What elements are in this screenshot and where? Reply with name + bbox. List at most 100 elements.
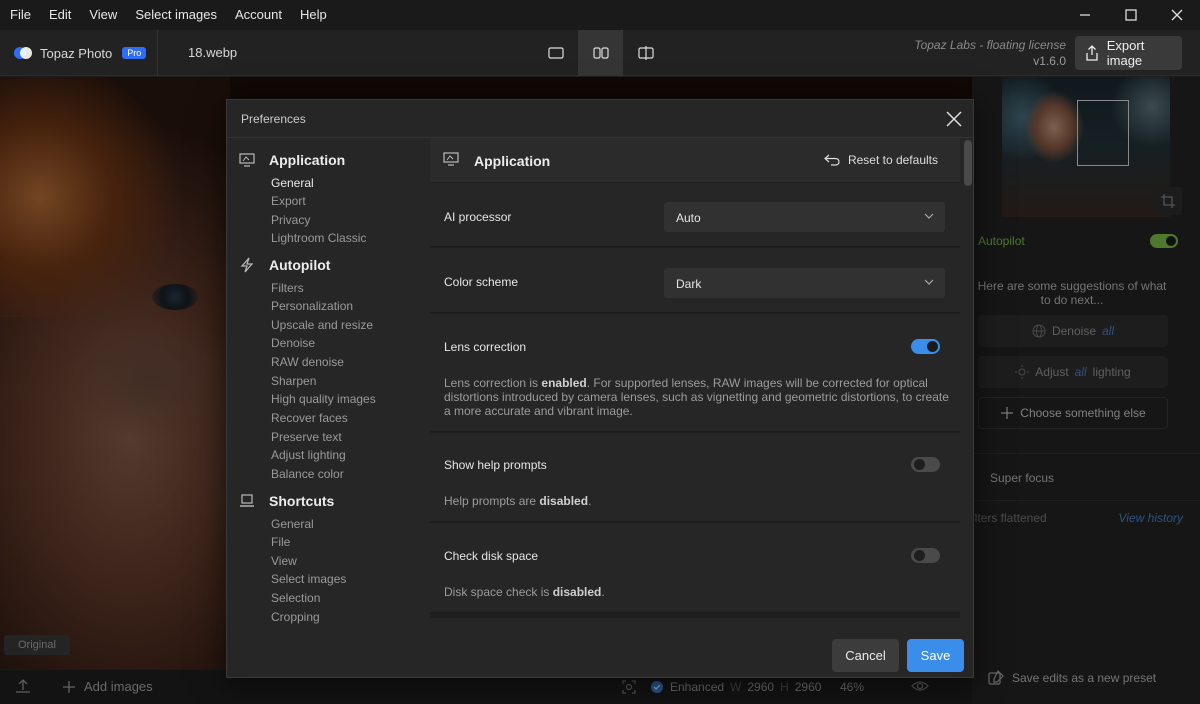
menu-edit[interactable]: Edit <box>40 0 80 30</box>
nav-section-label: Autopilot <box>269 257 331 273</box>
nav-item-raw-denoise[interactable]: RAW denoise <box>271 355 344 369</box>
split-view-icon <box>637 46 654 60</box>
nav-item-general[interactable]: General <box>271 176 314 190</box>
nav-item-lightroom-classic[interactable]: Lightroom Classic <box>271 231 366 245</box>
nav-section-application[interactable]: Application <box>239 152 345 168</box>
share-icon <box>1086 45 1098 61</box>
disk-space-toggle[interactable] <box>911 548 940 563</box>
nav-item-shortcuts-selection[interactable]: Selection <box>271 591 320 605</box>
split-view-button[interactable] <box>623 30 668 76</box>
menu-file[interactable]: File <box>0 0 40 30</box>
license-text: Topaz Labs - floating license <box>914 38 1066 52</box>
reset-defaults-button[interactable]: Reset to defaults <box>824 153 938 167</box>
cancel-button[interactable]: Cancel <box>832 639 899 672</box>
ai-processor-row: AI processor Auto <box>430 183 960 247</box>
lens-correction-label: Lens correction <box>444 340 527 354</box>
side-by-side-view-button[interactable] <box>578 30 623 76</box>
help-prompts-description: Help prompts are disabled. <box>444 494 592 508</box>
content-header: Application Reset to defaults <box>430 138 960 182</box>
ai-processor-value: Auto <box>676 211 701 225</box>
maximize-button[interactable] <box>1108 0 1154 30</box>
nav-section-autopilot[interactable]: Autopilot <box>239 257 330 273</box>
ai-processor-label: AI processor <box>444 210 512 224</box>
reset-defaults-label: Reset to defaults <box>847 153 938 167</box>
nav-item-recover-faces[interactable]: Recover faces <box>271 411 348 425</box>
nav-section-label: Shortcuts <box>269 493 335 509</box>
preferences-title: Preferences <box>241 112 306 126</box>
toolbar-divider <box>157 30 158 76</box>
minimize-button[interactable] <box>1062 0 1108 30</box>
preferences-content: Application Reset to defaults AI process… <box>430 138 960 618</box>
chevron-down-icon <box>924 213 934 219</box>
menu-view[interactable]: View <box>80 0 126 30</box>
disk-space-row: Check disk space Disk space check is dis… <box>430 523 960 613</box>
license-info: Topaz Labs - floating license v1.6.0 <box>914 37 1066 69</box>
single-view-icon <box>547 47 564 59</box>
save-button[interactable]: Save <box>907 639 964 672</box>
nav-item-shortcuts-cropping[interactable]: Cropping <box>271 610 320 624</box>
preferences-dialog: Preferences Application General Export P… <box>226 99 974 678</box>
app-logo: Topaz Photo Pro <box>14 30 147 76</box>
minimize-icon <box>1080 14 1090 16</box>
topaz-logo-icon <box>14 46 34 60</box>
color-scheme-label: Color scheme <box>444 275 519 289</box>
nav-item-upscale[interactable]: Upscale and resize <box>271 318 373 332</box>
single-view-button[interactable] <box>533 30 578 76</box>
ai-processor-select[interactable]: Auto <box>664 202 945 232</box>
menu-account[interactable]: Account <box>226 0 291 30</box>
nav-item-high-quality[interactable]: High quality images <box>271 392 376 406</box>
monitor-icon <box>443 152 459 166</box>
lightning-icon <box>240 257 254 273</box>
nav-section-shortcuts[interactable]: Shortcuts <box>239 493 334 509</box>
side-by-side-icon <box>592 47 609 59</box>
nav-item-filters[interactable]: Filters <box>271 281 304 295</box>
content-title: Application <box>474 153 551 169</box>
menu-bar: File Edit View Select images Account Hel… <box>0 0 1200 30</box>
monitor-icon <box>239 153 255 167</box>
undo-icon <box>824 154 840 166</box>
nav-item-adjust-lighting[interactable]: Adjust lighting <box>271 448 346 462</box>
color-scheme-row: Color scheme Dark <box>430 248 960 313</box>
preferences-nav: Application General Export Privacy Light… <box>227 138 430 678</box>
lens-correction-description: Lens correction is enabled. For supporte… <box>444 376 949 418</box>
maximize-icon <box>1125 9 1137 21</box>
scrollbar-thumb[interactable] <box>964 140 972 186</box>
nav-item-denoise[interactable]: Denoise <box>271 336 315 350</box>
preferences-header: Preferences <box>227 100 973 138</box>
help-prompts-row: Show help prompts Help prompts are disab… <box>430 433 960 522</box>
export-image-button[interactable]: Export image <box>1075 36 1182 70</box>
export-image-label: Export image <box>1106 38 1145 68</box>
help-prompts-label: Show help prompts <box>444 458 547 472</box>
close-icon <box>1171 9 1183 21</box>
disk-space-description: Disk space check is disabled. <box>444 585 605 599</box>
nav-item-privacy[interactable]: Privacy <box>271 213 310 227</box>
close-icon[interactable] <box>945 110 963 128</box>
version-text: v1.6.0 <box>1033 54 1066 68</box>
nav-item-shortcuts-view[interactable]: View <box>271 554 297 568</box>
toolbar: Topaz Photo Pro 18.webp Topaz Labs - flo… <box>0 30 1200 76</box>
menu-help[interactable]: Help <box>291 0 336 30</box>
color-scheme-value: Dark <box>676 277 702 291</box>
menu-select-images[interactable]: Select images <box>126 0 226 30</box>
view-mode-group <box>533 30 668 76</box>
content-scrollbar[interactable] <box>962 138 973 618</box>
laptop-icon <box>240 494 254 507</box>
color-scheme-select[interactable]: Dark <box>664 268 945 298</box>
nav-item-personalization[interactable]: Personalization <box>271 299 353 313</box>
nav-item-shortcuts-select-images[interactable]: Select images <box>271 572 346 586</box>
app-name: Topaz Photo <box>40 45 113 61</box>
close-window-button[interactable] <box>1154 0 1200 30</box>
disk-space-label: Check disk space <box>444 549 539 563</box>
pro-badge: Pro <box>122 47 147 59</box>
nav-item-sharpen[interactable]: Sharpen <box>271 374 316 388</box>
chevron-down-icon <box>924 279 934 285</box>
nav-item-shortcuts-general[interactable]: General <box>271 517 314 531</box>
nav-item-export[interactable]: Export <box>271 194 306 208</box>
lens-correction-toggle[interactable] <box>911 339 940 354</box>
nav-item-balance-color[interactable]: Balance color <box>271 467 344 481</box>
help-prompts-toggle[interactable] <box>911 457 940 472</box>
nav-section-label: Application <box>269 152 346 168</box>
nav-item-preserve-text[interactable]: Preserve text <box>271 430 342 444</box>
nav-item-shortcuts-file[interactable]: File <box>271 535 290 549</box>
file-name: 18.webp <box>188 45 238 60</box>
